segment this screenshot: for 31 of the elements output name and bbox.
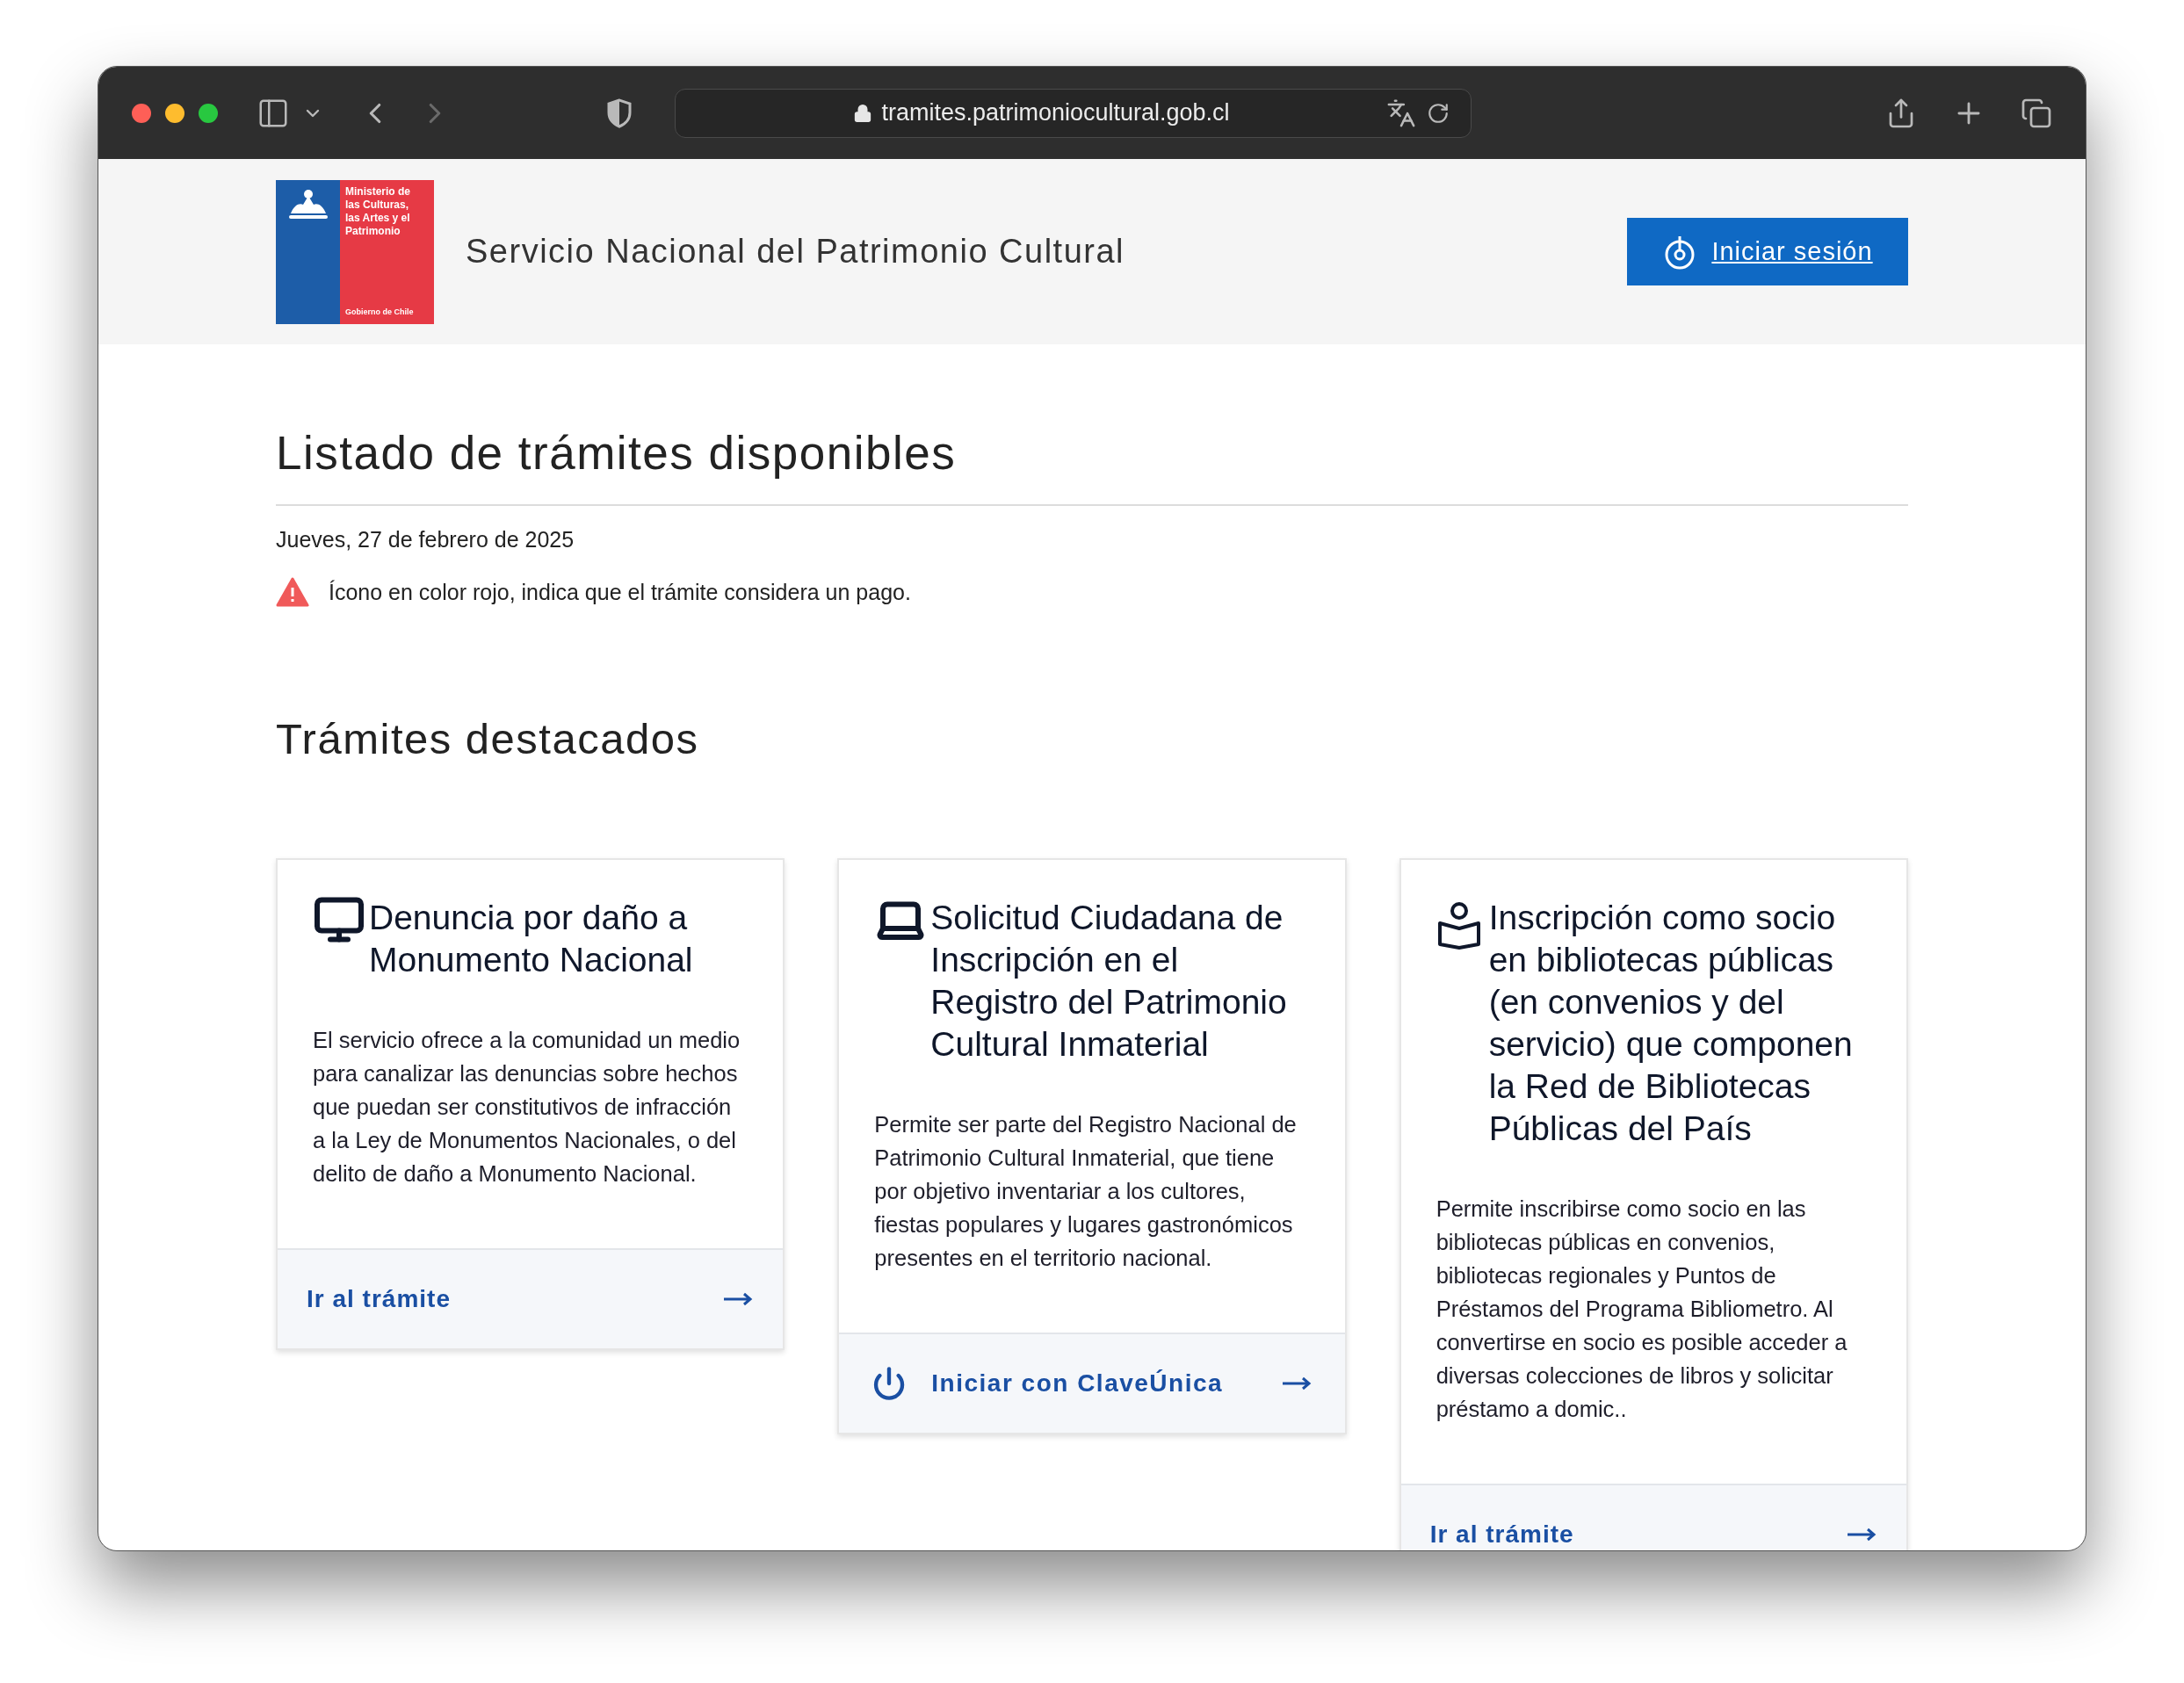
go-to-procedure-link[interactable]: Ir al trámite — [1429, 1516, 1574, 1550]
url-text: tramites.patrimoniocultural.gob.cl — [881, 98, 1230, 128]
minimize-window-button[interactable] — [165, 103, 184, 123]
book-person-icon — [1436, 900, 1482, 950]
card-description: Permite inscribirse como socio en las bibliotecas públicas en convenios, bibliotecas regionales y Puntos de Préstamos del Programa Bibliometro. Al convertirse en socio es posible acceder a diversas colecciones de libros y solicitar préstamo a domic.. — [1436, 1195, 1848, 1423]
reload-icon[interactable] — [1427, 101, 1450, 125]
card-title: Denuncia por daño a Monumento Nacional — [369, 898, 694, 980]
card-description: Permite ser parte del Registro Nacional de Patrimonio Cultural Inmaterial, que tiene por objetivo inventariar a los cultores, fiestas populares y lugares gastronómicos presentes en el territorio nacional. — [874, 1111, 1298, 1272]
tabs-overview-icon[interactable] — [2021, 97, 2052, 129]
close-window-button[interactable] — [132, 103, 151, 123]
warning-icon — [276, 577, 309, 608]
login-button[interactable]: Iniciar sesión — [1627, 218, 1908, 285]
lock-icon — [853, 103, 873, 123]
card-title: Inscripción como socio en bibliotecas públicas (en convenios y del servicio) que componen la Red de Bibliotecas Públicas del País — [1488, 898, 1854, 1149]
translate-icon[interactable] — [1386, 98, 1416, 128]
page-title: Listado de trámites disponibles — [276, 426, 958, 480]
arrow-right-icon — [724, 1292, 755, 1306]
card-description: El servicio ofrece a la comunidad un medio para canalizar las denuncias sobre hechos que puedan ser constitutivos de infracción a la Ley de Monumentos Nacionales, o del delito de daño a Monumento Nacional. — [313, 1027, 741, 1188]
notice-text: Ícono en color rojo, indica que el trámite considera un pago. — [329, 578, 911, 606]
section-title: Trámites destacados — [276, 714, 700, 764]
government-label: Gobierno de Chile — [345, 307, 415, 318]
go-to-procedure-link[interactable]: Ir al trámite — [307, 1281, 451, 1318]
ministry-name: Ministerio de las Culturas, las Artes y el Patrimonio — [345, 184, 411, 238]
maximize-window-button[interactable] — [199, 103, 218, 123]
card-title: Solicitud Ciudadana de Inscripción en el Registro del Patrimonio Cultural Inmaterial — [930, 898, 1288, 1065]
arrow-right-icon — [1848, 1528, 1877, 1542]
site-title: Servicio Nacional del Patrimonio Cultural — [466, 232, 1125, 271]
date-text: Jueves, 27 de febrero de 2025 — [276, 526, 575, 553]
shield-icon[interactable] — [606, 98, 633, 128]
arrow-right-icon — [1282, 1376, 1313, 1390]
address-bar[interactable]: tramites.patrimoniocultural.gob.cl — [675, 88, 1472, 138]
